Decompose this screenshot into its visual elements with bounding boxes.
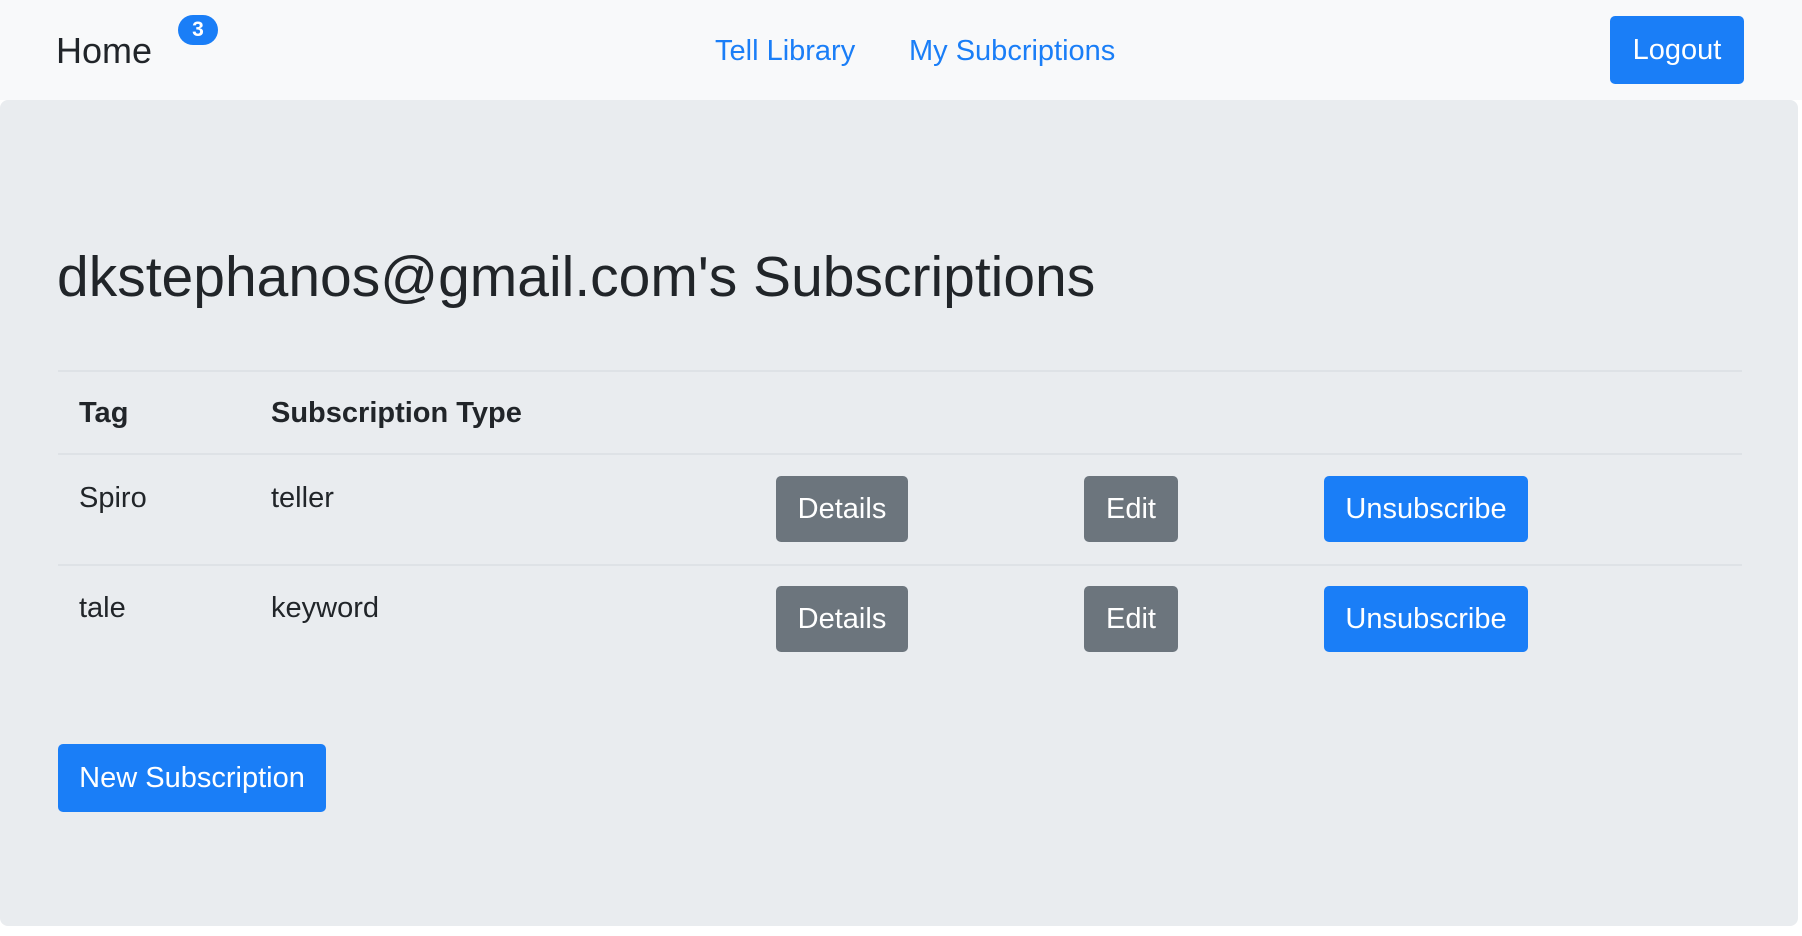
table-header-divider (58, 453, 1742, 455)
row-subscription-type: keyword (271, 592, 379, 624)
home-link[interactable]: Home (56, 30, 152, 72)
column-header-tag: Tag (79, 397, 129, 429)
unsubscribe-button[interactable]: Unsubscribe (1324, 476, 1528, 542)
notification-badge: 3 (178, 15, 218, 45)
logout-button[interactable]: Logout (1610, 16, 1744, 84)
table-top-divider (58, 370, 1742, 372)
details-button[interactable]: Details (776, 476, 908, 542)
column-header-subscription-type: Subscription Type (271, 397, 522, 429)
edit-button[interactable]: Edit (1084, 586, 1178, 652)
nav-link-my-subscriptions[interactable]: My Subcriptions (909, 34, 1115, 68)
navbar: Home 3 Tell Library My Subcriptions Logo… (0, 0, 1802, 100)
details-button[interactable]: Details (776, 586, 908, 652)
edit-button[interactable]: Edit (1084, 476, 1178, 542)
unsubscribe-button[interactable]: Unsubscribe (1324, 586, 1528, 652)
page-title: dkstephanos@gmail.com's Subscriptions (57, 245, 1096, 309)
row-tag: tale (79, 592, 126, 624)
nav-link-tell-library[interactable]: Tell Library (715, 34, 855, 68)
table-row-divider (58, 564, 1742, 566)
new-subscription-button[interactable]: New Subscription (58, 744, 326, 812)
row-tag: Spiro (79, 482, 147, 514)
row-subscription-type: teller (271, 482, 334, 514)
